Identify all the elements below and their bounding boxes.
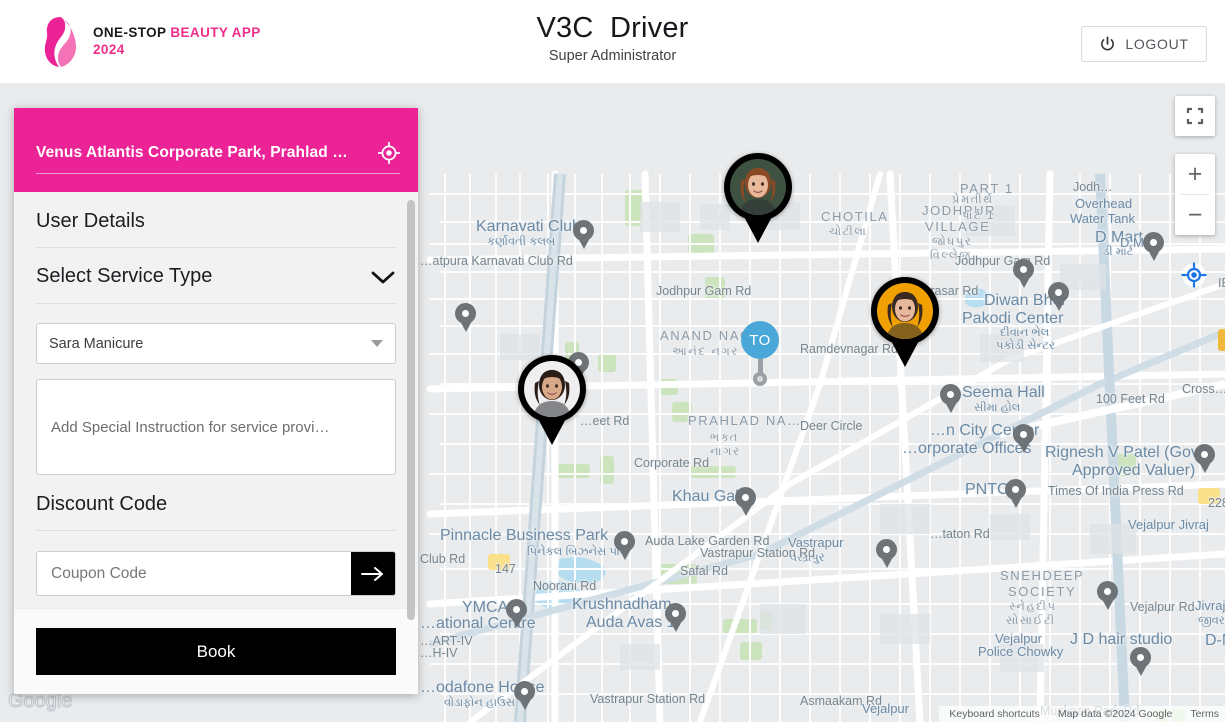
map-zoom-in-button[interactable]: +	[1175, 154, 1215, 194]
gps-crosshair-icon[interactable]	[378, 142, 400, 164]
marker-tail	[741, 211, 775, 243]
to-marker-label: TO	[741, 321, 779, 359]
booking-panel: Venus Atlantis Corporate Park, Prahlad ……	[14, 108, 418, 694]
caret-down-icon	[371, 339, 383, 347]
coupon-code-input[interactable]: Coupon Code	[37, 565, 351, 583]
fullscreen-icon	[1186, 107, 1204, 125]
logout-button[interactable]: LOGOUT	[1081, 26, 1207, 62]
apply-coupon-button[interactable]	[351, 552, 395, 595]
map-attribution-bar: Keyboard shortcuts Map data ©2024 Google…	[939, 706, 1225, 722]
power-icon	[1101, 35, 1115, 50]
chevron-down-icon	[371, 271, 395, 283]
service-select[interactable]: Sara Manicure	[36, 323, 396, 364]
arrow-right-icon	[361, 566, 383, 581]
marker-bubble	[871, 277, 939, 345]
panel-footer: Book	[14, 608, 418, 694]
avatar	[877, 283, 933, 339]
avatar	[730, 159, 786, 215]
service-select-value: Sara Manicure	[49, 335, 144, 352]
coupon-code-row: Coupon Code	[36, 551, 396, 596]
panel-scrollbar[interactable]	[407, 200, 415, 620]
driver-marker-3[interactable]	[518, 355, 586, 445]
map-fullscreen-button[interactable]	[1175, 96, 1215, 136]
app-root: ONE-STOP BEAUTY APP 2024 V3C Driver Supe…	[0, 0, 1225, 722]
map-zoom-controls[interactable]: + −	[1175, 154, 1215, 235]
avatar	[524, 361, 580, 417]
terms-link[interactable]: Terms	[1190, 708, 1219, 720]
book-button[interactable]: Book	[36, 628, 396, 675]
user-details-heading: User Details	[36, 192, 396, 248]
logout-label: LOGOUT	[1125, 36, 1189, 52]
marker-bubble	[724, 153, 792, 221]
map-my-location-button[interactable]	[1181, 262, 1207, 288]
header-title-block: V3C Driver Super Administrator	[0, 12, 1225, 64]
to-marker-base	[753, 372, 767, 386]
driver-marker-1[interactable]	[724, 153, 792, 243]
select-service-type-label: Select Service Type	[36, 265, 213, 287]
discount-code-heading: Discount Code	[36, 475, 396, 531]
map-zoom-out-button[interactable]: −	[1175, 195, 1215, 235]
special-instruction-placeholder: Add Special Instruction for service prov…	[51, 418, 330, 436]
driver-marker-2[interactable]	[871, 277, 939, 367]
select-service-type-row[interactable]: Select Service Type	[36, 248, 396, 304]
marker-bubble	[518, 355, 586, 423]
marker-tail	[535, 413, 569, 445]
app-header: ONE-STOP BEAUTY APP 2024 V3C Driver Supe…	[0, 0, 1225, 84]
keyboard-shortcuts-link[interactable]: Keyboard shortcuts	[949, 708, 1039, 720]
page-title: V3C Driver	[536, 12, 689, 44]
page-subtitle: Super Administrator	[548, 48, 677, 64]
pickup-address-text: Venus Atlantis Corporate Park, Prahlad …	[36, 144, 348, 161]
special-instruction-textarea[interactable]: Add Special Instruction for service prov…	[36, 379, 396, 475]
marker-tail	[888, 335, 922, 367]
map-data-attribution: Map data ©2024 Google	[1057, 708, 1173, 720]
panel-header: Venus Atlantis Corporate Park, Prahlad …	[14, 108, 418, 192]
pickup-address-row[interactable]: Venus Atlantis Corporate Park, Prahlad …	[36, 142, 400, 174]
my-location-icon	[1181, 262, 1207, 288]
to-location-marker[interactable]: TO	[741, 321, 779, 386]
